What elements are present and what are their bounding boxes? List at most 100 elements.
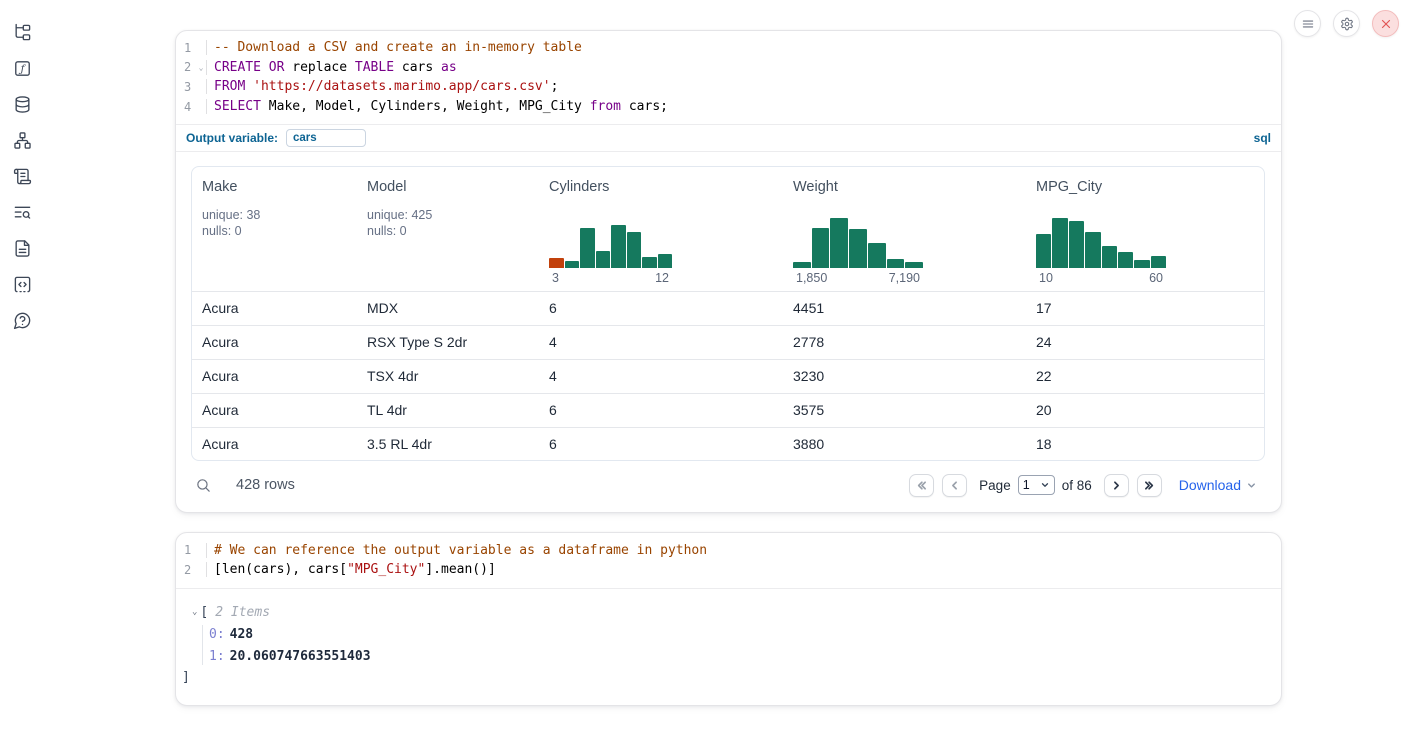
code-token: 'https://datasets.marimo.app/cars.csv' xyxy=(253,79,550,94)
table-cell: 3230 xyxy=(783,360,1026,393)
file-tree-icon[interactable] xyxy=(7,18,37,46)
sql-output: Makeunique: 38nulls: 0Modelunique: 425nu… xyxy=(176,151,1281,512)
axis-min-label: 10 xyxy=(1039,271,1053,285)
table-row[interactable]: AcuraTSX 4dr4323022 xyxy=(192,359,1264,393)
language-badge: sql xyxy=(1254,131,1271,145)
table-cell: 3.5 RL 4dr xyxy=(357,428,539,461)
tree-close-line: ] xyxy=(182,667,1265,689)
close-icon[interactable] xyxy=(1372,10,1399,37)
fold-chevron-icon[interactable]: ⌄ xyxy=(196,63,206,72)
table-row[interactable]: AcuraMDX6445117 xyxy=(192,291,1264,325)
code-token: -- Download a CSV and create an in-memor… xyxy=(214,40,582,55)
table-cell: MDX xyxy=(357,292,539,325)
pagination: Page 1 of 86 Download xyxy=(909,474,1265,497)
code-token xyxy=(261,60,269,75)
tree-entry: 0:428 xyxy=(182,623,1265,645)
histogram-bar xyxy=(658,254,673,268)
tree-items: 0:428 1: 20.060747663551403 xyxy=(182,623,1265,667)
column-header[interactable]: Makeunique: 38nulls: 0 xyxy=(192,167,357,291)
page-select[interactable]: 1 xyxy=(1018,475,1055,495)
column-name: Model xyxy=(367,179,529,195)
table-cell: Acura xyxy=(192,428,357,461)
table-cell: 3575 xyxy=(783,394,1026,427)
table-cell: 4 xyxy=(539,360,783,393)
code-text: -- Download a CSV and create an in-memor… xyxy=(206,40,582,55)
table-row[interactable]: AcuraRSX Type S 2dr4277824 xyxy=(192,325,1264,359)
snippets-icon[interactable] xyxy=(7,270,37,298)
download-label: Download xyxy=(1179,477,1241,493)
column-stats: unique: 38nulls: 0 xyxy=(202,207,347,239)
spacer xyxy=(1036,195,1254,215)
code-token: ].mean()] xyxy=(425,562,495,577)
tree-open-line: ⌄ [ 2 Items xyxy=(182,602,1265,624)
column-header[interactable]: Cylinders312 xyxy=(539,167,783,291)
close-bracket: ] xyxy=(182,670,190,685)
entry-value: 20.060747663551403 xyxy=(230,649,371,664)
code-editor-sql[interactable]: 1 -- Download a CSV and create an in-memo… xyxy=(176,31,1281,124)
table-row[interactable]: AcuraTL 4dr6357520 xyxy=(192,393,1264,427)
table-cell: 17 xyxy=(1026,292,1264,325)
items-count-label: 2 Items xyxy=(215,605,270,620)
histogram-axis: 1,8507,190 xyxy=(793,271,923,285)
page-select-value: 1 xyxy=(1023,478,1030,492)
table-row[interactable]: Acura3.5 RL 4dr6388018 xyxy=(192,427,1264,461)
prev-page-button[interactable] xyxy=(942,474,967,497)
table-cell: TSX 4dr xyxy=(357,360,539,393)
gear-icon[interactable] xyxy=(1333,10,1360,37)
table-cell: 6 xyxy=(539,394,783,427)
code-token: # We can reference the output variable a… xyxy=(214,543,707,558)
histogram-bar xyxy=(812,228,830,268)
histogram-bar xyxy=(793,262,811,268)
code-token: TABLE xyxy=(355,60,394,75)
list-search-icon[interactable] xyxy=(7,198,37,226)
database-icon[interactable] xyxy=(7,90,37,118)
code-line[interactable]: 4SELECT Make, Model, Cylinders, Weight, … xyxy=(176,97,1281,117)
column-header[interactable]: Weight1,8507,190 xyxy=(783,167,1026,291)
column-header[interactable]: MPG_City1060 xyxy=(1026,167,1264,291)
code-line[interactable]: 2⌄CREATE OR replace TABLE cars as xyxy=(176,58,1281,78)
histogram xyxy=(793,215,923,268)
line-number: 3 xyxy=(176,80,196,94)
last-page-button[interactable] xyxy=(1137,474,1162,497)
search-icon[interactable] xyxy=(195,477,212,494)
table-cell: 18 xyxy=(1026,428,1264,461)
column-header[interactable]: Modelunique: 425nulls: 0 xyxy=(357,167,539,291)
download-button[interactable]: Download xyxy=(1179,477,1257,493)
code-text: CREATE OR replace TABLE cars as xyxy=(206,60,457,75)
code-line[interactable]: 2[len(cars), cars["MPG_City"].mean()] xyxy=(176,560,1281,580)
histogram-bar xyxy=(1085,232,1100,268)
table-cell: 4 xyxy=(539,326,783,359)
code-token: replace xyxy=(284,60,354,75)
histogram-bar xyxy=(596,251,611,268)
entry-key: 1: xyxy=(209,649,225,664)
first-page-button[interactable] xyxy=(909,474,934,497)
chevron-down-icon xyxy=(1040,480,1050,490)
code-editor-python[interactable]: 1# We can reference the output variable … xyxy=(176,533,1281,587)
dependency-graph-icon[interactable] xyxy=(7,126,37,154)
stat-line: nulls: 0 xyxy=(367,223,529,239)
table-cell: 22 xyxy=(1026,360,1264,393)
code-line[interactable]: 3 FROM 'https://datasets.marimo.app/cars.… xyxy=(176,77,1281,97)
histogram-bar xyxy=(1134,260,1149,268)
code-token: [len(cars), cars[ xyxy=(214,562,347,577)
chevron-down-icon[interactable]: ⌄ xyxy=(192,607,197,617)
data-table: Makeunique: 38nulls: 0Modelunique: 425nu… xyxy=(191,166,1265,461)
code-line[interactable]: 1# We can reference the output variable … xyxy=(176,540,1281,560)
menu-icon[interactable] xyxy=(1294,10,1321,37)
histogram-bar xyxy=(549,258,564,268)
code-line[interactable]: 1 -- Download a CSV and create an in-memo… xyxy=(176,38,1281,58)
document-icon[interactable] xyxy=(7,234,37,262)
next-page-button[interactable] xyxy=(1104,474,1129,497)
table-cell: 3880 xyxy=(783,428,1026,461)
cell-python: 1# We can reference the output variable … xyxy=(175,532,1282,705)
function-square-icon[interactable]: ƒ xyxy=(7,54,37,82)
output-variable-input[interactable] xyxy=(286,129,366,147)
spacer xyxy=(549,195,773,215)
open-bracket: [ xyxy=(200,605,208,620)
line-number: 1 xyxy=(176,41,196,55)
scroll-icon[interactable] xyxy=(7,162,37,190)
code-text: FROM 'https://datasets.marimo.app/cars.c… xyxy=(206,79,558,94)
help-circle-icon[interactable] xyxy=(7,306,37,334)
code-token: from xyxy=(590,99,621,114)
histogram xyxy=(549,215,672,268)
